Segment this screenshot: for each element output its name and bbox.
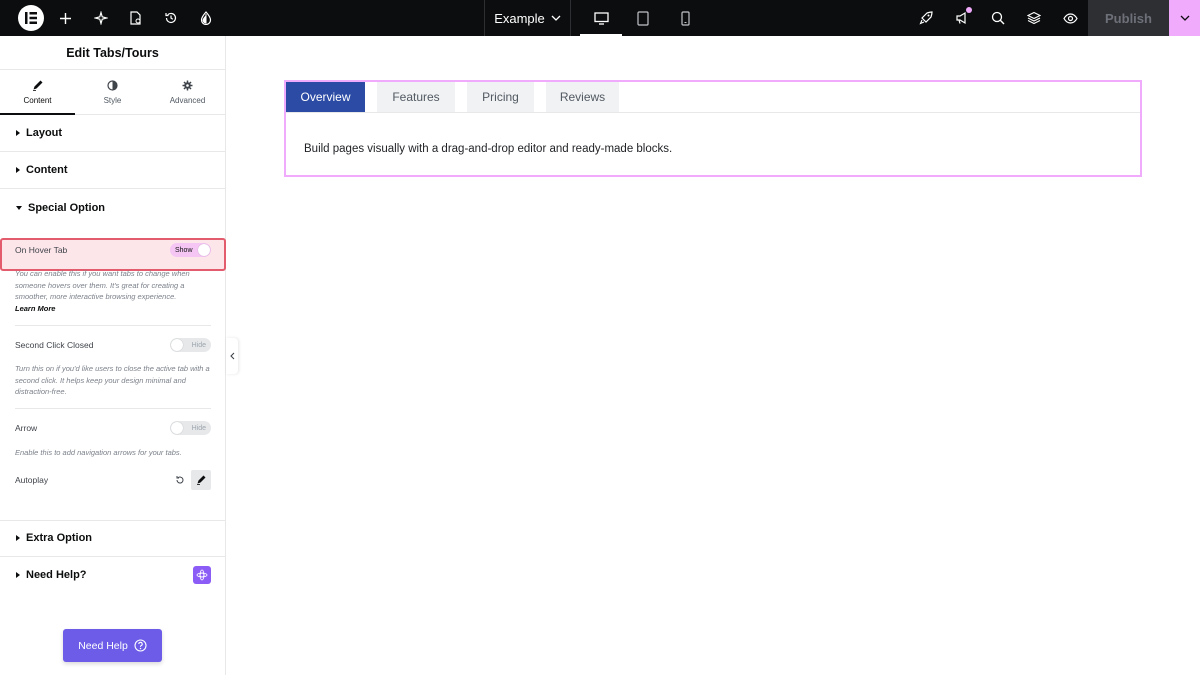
caret-right-icon [16,130,20,136]
divider [15,408,211,409]
arrow-control: Arrow Hide [15,421,211,435]
on-hover-tab-control: On Hover Tab Show [15,243,211,257]
panel-title: Edit Tabs/Tours [0,36,225,70]
switch-knob [198,244,210,256]
add-element-icon[interactable] [48,0,83,36]
tabs-widget[interactable]: Overview Features Pricing Reviews Build … [284,80,1142,177]
tab-overview[interactable]: Overview [286,82,365,112]
autoplay-edit-button[interactable] [191,470,211,490]
on-hover-tab-description-text: You can enable this if you want tabs to … [15,269,190,301]
caret-right-icon [16,167,20,173]
publish-options-button[interactable] [1169,0,1200,36]
switch-knob [171,422,183,434]
chevron-left-icon [229,352,234,360]
top-bar-left [0,0,223,36]
top-bar-center: Example [484,0,706,36]
pencil-icon [197,475,206,485]
tab-style[interactable]: Style [75,70,150,114]
on-hover-tab-switch-state: Show [175,246,193,254]
panel-tabs: Content Style Advanced [0,70,225,115]
tab-content-label: Content [23,95,52,105]
page-selector[interactable]: Example [484,0,571,36]
reset-icon[interactable] [175,475,185,485]
switch-knob [171,339,183,351]
need-help-button[interactable]: Need Help [63,629,162,662]
section-extra-option-label: Extra Option [26,532,93,544]
chevron-down-icon [1180,15,1189,21]
mobile-icon[interactable] [664,0,706,36]
second-click-closed-label: Second Click Closed [15,340,94,350]
site-settings-drop-icon[interactable] [188,0,223,36]
tablet-icon[interactable] [622,0,664,36]
tab-pricing[interactable]: Pricing [467,82,534,112]
caret-right-icon [16,535,20,541]
second-click-closed-control: Second Click Closed Hide [15,338,211,352]
on-hover-tab-switch[interactable]: Show [170,243,211,257]
preview-eye-icon[interactable] [1052,0,1088,36]
search-icon[interactable] [980,0,1016,36]
arrow-label: Arrow [15,423,38,433]
autoplay-tools [175,470,211,490]
elementor-logo-icon[interactable] [18,5,44,31]
half-circle-icon [107,79,118,91]
ai-sparkle-icon[interactable] [83,0,118,36]
arrow-switch-state: Hide [191,424,206,432]
section-layout-label: Layout [26,127,63,139]
tab-advanced-label: Advanced [169,95,206,105]
caret-right-icon [16,571,20,578]
page-settings-icon[interactable] [118,0,153,36]
tab-reviews[interactable]: Reviews [546,82,619,112]
top-bar: Example Publish [0,0,1200,36]
second-click-closed-description: Turn this on if you'd like users to clos… [15,364,210,396]
autoplay-label: Autoplay [15,475,49,485]
whats-new-megaphone-icon[interactable] [944,0,980,36]
caret-down-icon [16,205,22,210]
tab-content-text: Build pages visually with a drag-and-dro… [304,143,673,155]
autoplay-control: Autoplay [15,470,211,490]
tab-style-label: Style [103,95,122,105]
second-click-closed-switch-state: Hide [191,341,206,349]
responsive-device-switcher [580,0,706,36]
second-click-closed-switch[interactable]: Hide [170,338,211,352]
publish-button[interactable]: Publish [1088,0,1169,36]
pencil-icon [33,80,43,91]
section-need-help-header: Need Help? [16,569,87,581]
section-content-label: Content [26,164,68,176]
rocket-icon[interactable] [908,0,944,36]
arrow-description: Enable this to add navigation arrows for… [15,448,182,457]
history-icon[interactable] [153,0,188,36]
section-content[interactable]: Content [0,152,225,189]
top-bar-right [908,0,1088,36]
section-special-option-label: Special Option [28,201,106,214]
section-need-help-label: Need Help? [26,568,87,581]
section-need-help[interactable]: Need Help? [0,556,226,593]
need-help-button-label: Need Help [78,639,128,652]
section-extra-option[interactable]: Extra Option [0,520,226,557]
tabs-nav: Overview Features Pricing Reviews [286,82,1140,113]
section-layout[interactable]: Layout [0,115,225,152]
on-hover-tab-label: On Hover Tab [15,245,68,255]
arrow-switch[interactable]: Hide [170,421,211,435]
learn-more-link[interactable]: Learn More [15,304,55,313]
desktop-icon[interactable] [580,0,622,36]
question-circle-icon [134,639,147,652]
chevron-down-icon [551,15,561,21]
notification-dot [966,7,972,13]
page-selector-label: Example [494,10,545,26]
tab-content[interactable]: Content [0,70,75,115]
tab-features[interactable]: Features [377,82,455,112]
structure-layers-icon[interactable] [1016,0,1052,36]
divider [15,325,211,326]
collapse-panel-button[interactable] [226,338,238,374]
on-hover-tab-description: You can enable this if you want tabs to … [15,268,213,314]
tab-advanced[interactable]: Advanced [150,70,225,114]
gear-icon [182,80,193,90]
section-special-option[interactable]: Special Option [0,189,225,226]
plugin-logo-icon [193,565,211,584]
